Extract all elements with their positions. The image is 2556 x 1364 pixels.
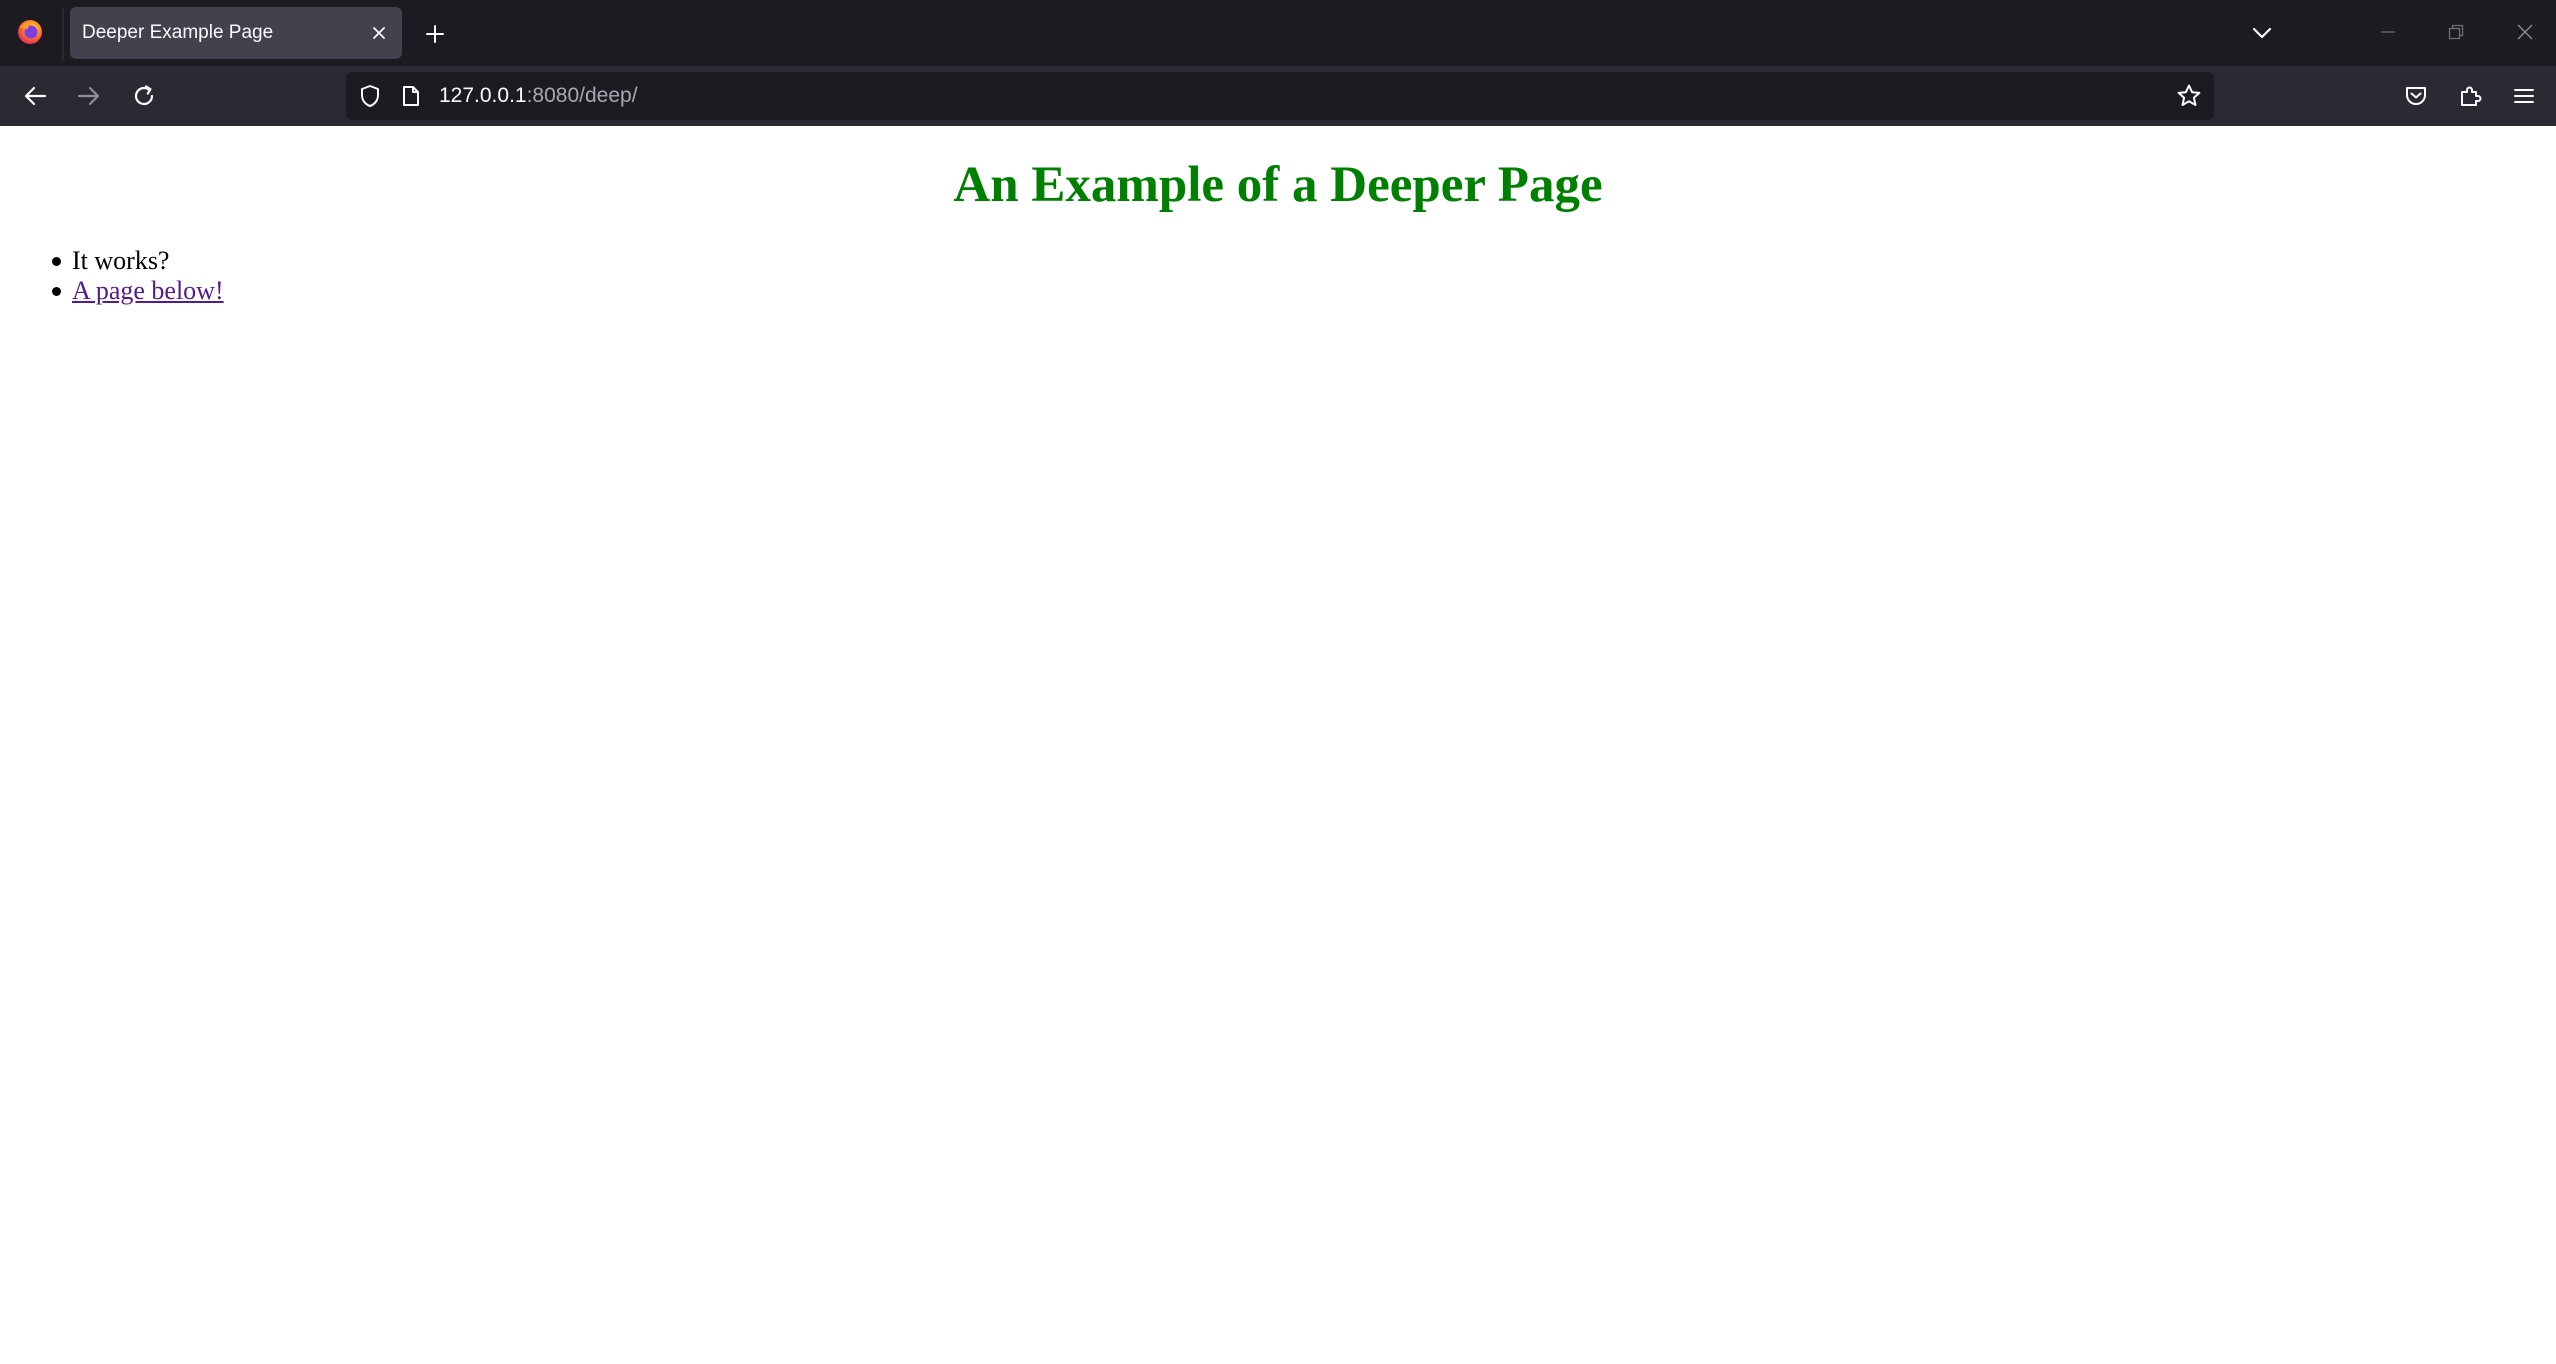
- plus-icon[interactable]: [420, 19, 450, 49]
- back-arrow-icon[interactable]: [15, 76, 55, 116]
- menu-icon[interactable]: [2504, 76, 2544, 116]
- close-icon[interactable]: [366, 20, 392, 46]
- tabstrip-divider: [62, 8, 64, 60]
- page-icon[interactable]: [398, 83, 424, 109]
- tab-strip: Deeper Example Page: [0, 0, 2556, 66]
- reload-icon[interactable]: [124, 76, 164, 116]
- bullet-list: It works? A page below!: [52, 246, 224, 306]
- url-path: :8080/deep/: [526, 84, 638, 107]
- list-item-text: It works?: [72, 246, 170, 275]
- pocket-icon[interactable]: [2396, 76, 2436, 116]
- url-text[interactable]: 127.0.0.1:8080/deep/: [439, 72, 638, 120]
- restore-icon[interactable]: [2437, 14, 2475, 50]
- minimize-icon[interactable]: [2369, 14, 2407, 50]
- forward-arrow-icon[interactable]: [69, 76, 109, 116]
- firefox-logo-icon[interactable]: [17, 19, 43, 45]
- tab-deeper-example-page[interactable]: Deeper Example Page: [70, 7, 402, 59]
- page-below-link[interactable]: A page below!: [72, 276, 224, 305]
- star-icon[interactable]: [2174, 81, 2204, 111]
- tab-title: Deeper Example Page: [82, 22, 274, 43]
- list-item: A page below!: [52, 276, 224, 306]
- close-window-icon[interactable]: [2506, 14, 2544, 50]
- list-item: It works?: [52, 246, 224, 276]
- shield-icon[interactable]: [357, 83, 383, 109]
- page-title: An Example of a Deeper Page: [953, 157, 1603, 213]
- address-bar[interactable]: 127.0.0.1:8080/deep/: [346, 72, 2214, 120]
- chevron-down-icon[interactable]: [2245, 17, 2279, 49]
- navigation-toolbar: 127.0.0.1:8080/deep/: [0, 66, 2556, 126]
- url-host: 127.0.0.1: [439, 84, 527, 107]
- page-content: An Example of a Deeper Page It works? A …: [0, 126, 2556, 1364]
- extensions-icon[interactable]: [2450, 76, 2490, 116]
